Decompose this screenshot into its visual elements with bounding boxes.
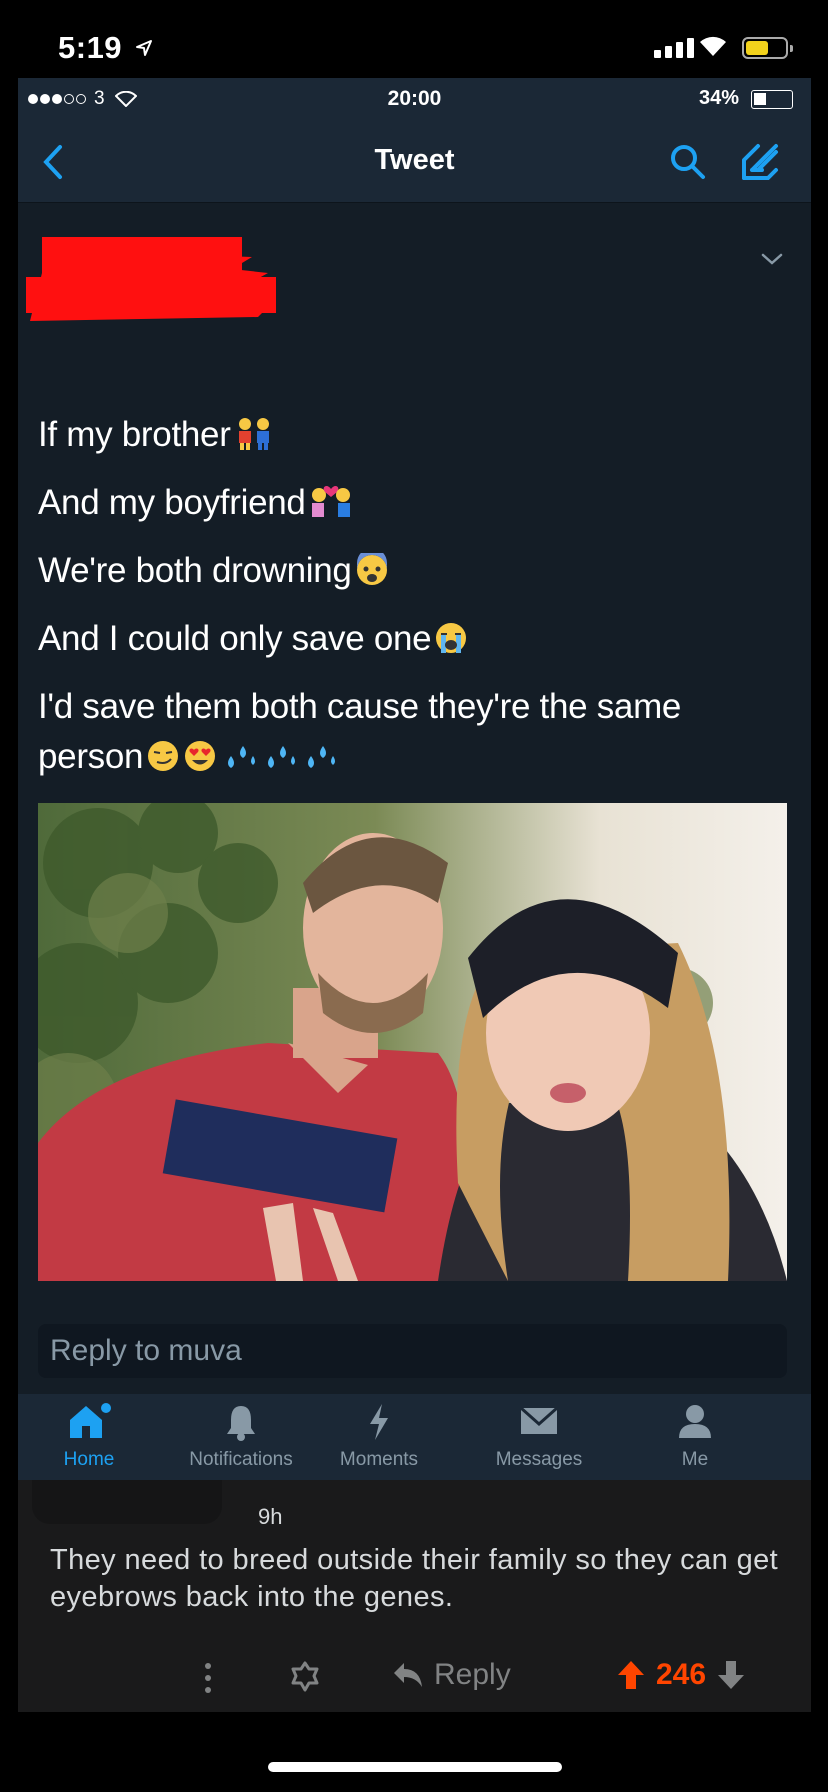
tab-notifications[interactable]: Notifications — [176, 1394, 306, 1480]
tab-moments[interactable]: Moments — [314, 1394, 444, 1480]
comment-actions: Reply 246 — [18, 1652, 811, 1702]
downvote-arrow-icon[interactable] — [716, 1659, 746, 1691]
boy-girl-emoji-icon — [238, 418, 269, 450]
cellular-signal-icon — [654, 38, 694, 58]
tab-bar: Home Notifications Moments Messages Me — [18, 1394, 811, 1480]
sweat-droplets-icon — [228, 746, 336, 768]
tweet-text-3: We're both drowning — [38, 551, 352, 590]
smirk-emoji-icon — [148, 741, 179, 771]
wifi-icon — [700, 36, 726, 56]
reply-arrow-icon — [394, 1663, 422, 1687]
device-time: 5:19 — [58, 30, 123, 65]
reply-label: Reply — [434, 1658, 511, 1691]
lightning-icon — [370, 1404, 388, 1440]
tab-home-label: Home — [63, 1449, 115, 1470]
tweet-line-5: I'd save them both cause they're the sam… — [38, 687, 681, 727]
location-arrow-icon — [136, 40, 152, 56]
tweet-line-4: And I could only save one — [38, 619, 468, 659]
tweet-line-1: If my brother — [38, 415, 274, 455]
tweet-line-6: person — [38, 737, 343, 777]
tweet-photo[interactable] — [38, 803, 787, 1281]
comment-avatar-area — [32, 1480, 222, 1524]
vote-controls: 246 — [616, 1658, 746, 1692]
upvote-arrow-icon[interactable] — [616, 1659, 646, 1691]
tweet-line-2: And my boyfriend — [38, 483, 353, 523]
home-indicator[interactable] — [268, 1762, 562, 1772]
device-status-bar: 5:19 — [0, 0, 828, 78]
tweet-text-2: And my boyfriend — [38, 483, 306, 522]
reddit-comment: 9h They need to breed outside their fami… — [18, 1480, 811, 1712]
reply-input[interactable]: Reply to muva — [38, 1324, 787, 1378]
tab-home[interactable]: Home — [24, 1394, 154, 1480]
comment-reply-button[interactable]: Reply — [392, 1658, 511, 1692]
compose-icon[interactable] — [738, 140, 782, 184]
heart-eyes-emoji-icon — [185, 741, 216, 771]
tab-me[interactable]: Me — [630, 1394, 760, 1480]
tab-me-label: Me — [681, 1449, 709, 1470]
vote-score: 246 — [656, 1658, 707, 1691]
tweet-text-6: person — [38, 737, 144, 776]
comment-text: They need to breed outside their family … — [50, 1544, 779, 1613]
comment-timestamp: 9h — [258, 1504, 283, 1529]
battery-percent: 34% — [698, 87, 739, 109]
tab-notifications-label: Notifications — [189, 1449, 293, 1470]
home-icon — [70, 1403, 111, 1438]
tab-messages[interactable]: Messages — [474, 1394, 604, 1480]
award-icon[interactable] — [288, 1660, 322, 1694]
tweet-body: If my brother And my boyfriend We're bot… — [18, 203, 811, 1281]
tweet-line-3: We're both drowning — [38, 551, 389, 591]
app-time: 20:00 — [387, 87, 442, 110]
battery-icon — [751, 90, 793, 109]
redaction-scribble — [26, 237, 276, 321]
app-status-bar: 3 20:00 34% — [18, 78, 811, 120]
tab-messages-label: Messages — [495, 1449, 583, 1470]
navigation-bar: Tweet — [18, 120, 811, 203]
search-icon[interactable] — [668, 142, 708, 182]
twitter-screenshot: 3 20:00 34% Tweet If my brother And my b… — [18, 78, 811, 1712]
chevron-down-icon[interactable] — [760, 251, 784, 267]
tweet-text-4: And I could only save one — [38, 619, 432, 658]
envelope-icon — [520, 1406, 558, 1434]
crying-face-emoji-icon — [436, 623, 467, 653]
person-icon — [679, 1405, 711, 1438]
battery-icon — [742, 37, 793, 59]
more-options-icon[interactable] — [202, 1662, 214, 1694]
bell-icon — [227, 1406, 255, 1441]
kiss-couple-emoji-icon — [311, 485, 350, 517]
tweet-text-1: If my brother — [38, 415, 231, 454]
fearful-face-emoji-icon — [356, 553, 387, 585]
tweet-text-5: I'd save them both cause they're the sam… — [38, 687, 682, 726]
tab-moments-label: Moments — [339, 1449, 419, 1470]
